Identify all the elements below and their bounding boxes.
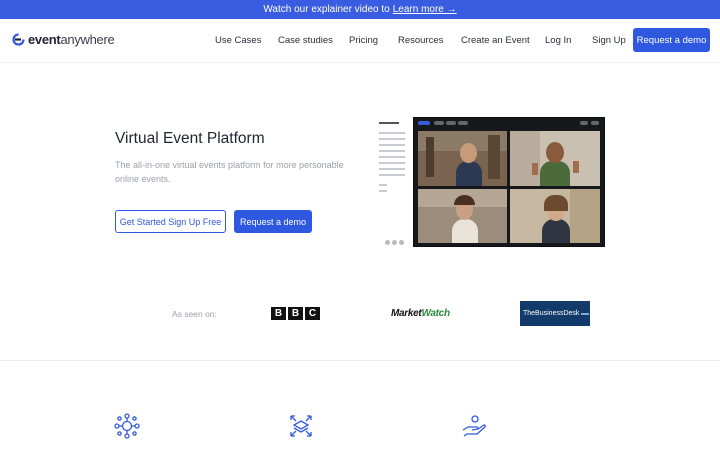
main-nav: Use Cases Case studies Pricing Resources… (0, 19, 720, 63)
video-tile-2 (510, 131, 600, 186)
businessdesk-logo: TheBusinessDesk (520, 301, 590, 326)
banner-text: Watch our explainer video to (263, 4, 390, 15)
announcement-banner: Watch our explainer video to Learn more … (0, 0, 720, 19)
marketwatch-text-b: Watch (421, 308, 450, 319)
platform-screenshot (375, 114, 607, 250)
nav-pricing[interactable]: Pricing (349, 35, 378, 46)
hero-subtitle: The all-in-one virtual events platform f… (115, 160, 344, 184)
mock-controls (385, 240, 404, 245)
get-started-button[interactable]: Get Started Sign Up Free (115, 210, 226, 233)
mock-sidebar (375, 118, 413, 246)
marketwatch-logo: MarketWatch (391, 308, 450, 319)
nav-use-cases[interactable]: Use Cases (215, 35, 261, 46)
layers-expand-icon (290, 415, 312, 437)
bbc-letter: B (271, 307, 286, 320)
nav-sign-up[interactable]: Sign Up (592, 35, 626, 46)
mock-tabbar (414, 118, 604, 128)
businessdesk-text: TheBusinessDesk (523, 310, 580, 317)
hero-title: Virtual Event Platform (115, 130, 265, 147)
network-icon (114, 413, 140, 439)
video-tile-4 (510, 189, 600, 243)
bbc-letter: B (288, 307, 303, 320)
bbc-logo: B B C (271, 307, 320, 320)
nav-resources[interactable]: Resources (398, 35, 443, 46)
video-tile-1 (418, 131, 507, 186)
bbc-letter: C (305, 307, 320, 320)
nav-case-studies[interactable]: Case studies (278, 35, 333, 46)
hand-support-icon (462, 415, 486, 437)
mock-video-grid (413, 117, 605, 247)
learn-more-link[interactable]: Learn more → (393, 4, 457, 15)
video-tile-3 (418, 189, 507, 243)
request-demo-nav-button[interactable]: Request a demo (633, 28, 710, 52)
request-demo-hero-button[interactable]: Request a demo (234, 210, 312, 233)
nav-log-in[interactable]: Log In (545, 35, 571, 46)
nav-create-event[interactable]: Create an Event (461, 35, 530, 46)
site-header: event anywhere Use Cases Case studies Pri… (0, 19, 720, 63)
marketwatch-text-a: Market (391, 308, 422, 319)
as-seen-on-label: As seen on: (172, 309, 217, 319)
section-divider (0, 360, 720, 361)
